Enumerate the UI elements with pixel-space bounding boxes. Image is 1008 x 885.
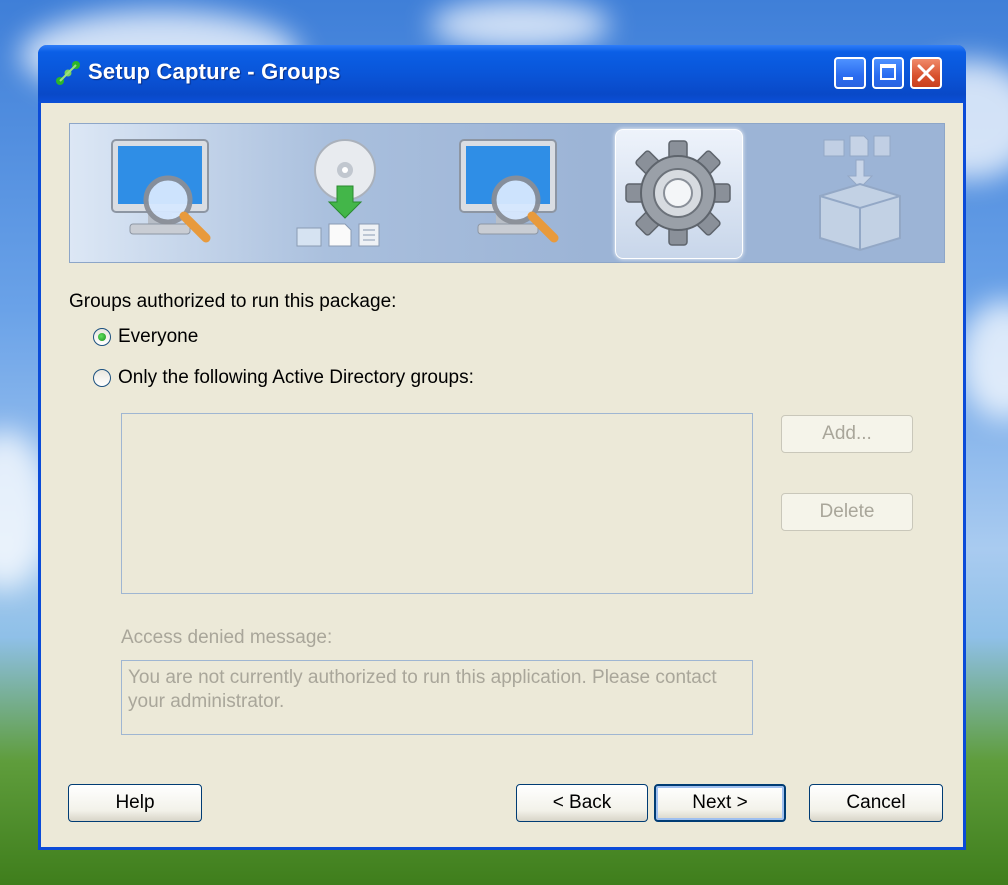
minimize-icon xyxy=(843,77,853,80)
ad-groups-listbox[interactable] xyxy=(121,413,753,594)
step-capture-pre-scan xyxy=(100,124,240,264)
access-denied-label: Access denied message: xyxy=(121,627,333,648)
monitor-magnifier-icon xyxy=(111,139,211,243)
close-button[interactable] xyxy=(910,57,942,89)
delete-group-button[interactable]: Delete xyxy=(781,493,913,531)
groups-heading: Groups authorized to run this package: xyxy=(69,291,397,312)
step-build-package xyxy=(790,124,930,264)
desktop-cloud xyxy=(430,0,610,50)
desktop-cloud xyxy=(960,300,1008,420)
gear-icon xyxy=(625,140,731,246)
monitor-magnifier-icon xyxy=(459,139,559,243)
disc-install-icon xyxy=(296,139,380,247)
wizard-step-banner xyxy=(69,123,945,263)
close-icon xyxy=(917,64,935,82)
back-button[interactable]: < Back xyxy=(516,784,648,822)
access-denied-message-field[interactable]: You are not currently authorized to run … xyxy=(121,660,753,735)
title-bar[interactable]: Setup Capture - Groups xyxy=(38,45,966,103)
step-groups-active xyxy=(615,129,743,259)
setup-capture-window: Setup Capture - Groups Groups authorized… xyxy=(38,45,966,850)
add-group-button[interactable]: Add... xyxy=(781,415,913,453)
everyone-radio[interactable] xyxy=(93,328,111,346)
radio-selected-dot xyxy=(98,333,106,341)
minimize-button[interactable] xyxy=(834,57,866,89)
maximize-button[interactable] xyxy=(872,57,904,89)
app-icon xyxy=(56,61,80,85)
ad-groups-label[interactable]: Only the following Active Directory grou… xyxy=(118,367,474,389)
step-capture-post-scan xyxy=(448,124,588,264)
window-title: Setup Capture - Groups xyxy=(88,59,341,84)
step-install-application xyxy=(275,124,415,264)
package-box-icon xyxy=(819,135,901,252)
maximize-icon xyxy=(880,64,896,80)
cancel-button[interactable]: Cancel xyxy=(809,784,943,822)
help-button[interactable]: Help xyxy=(68,784,202,822)
everyone-label[interactable]: Everyone xyxy=(118,326,198,348)
next-button[interactable]: Next > xyxy=(654,784,786,822)
ad-groups-radio[interactable] xyxy=(93,369,111,387)
